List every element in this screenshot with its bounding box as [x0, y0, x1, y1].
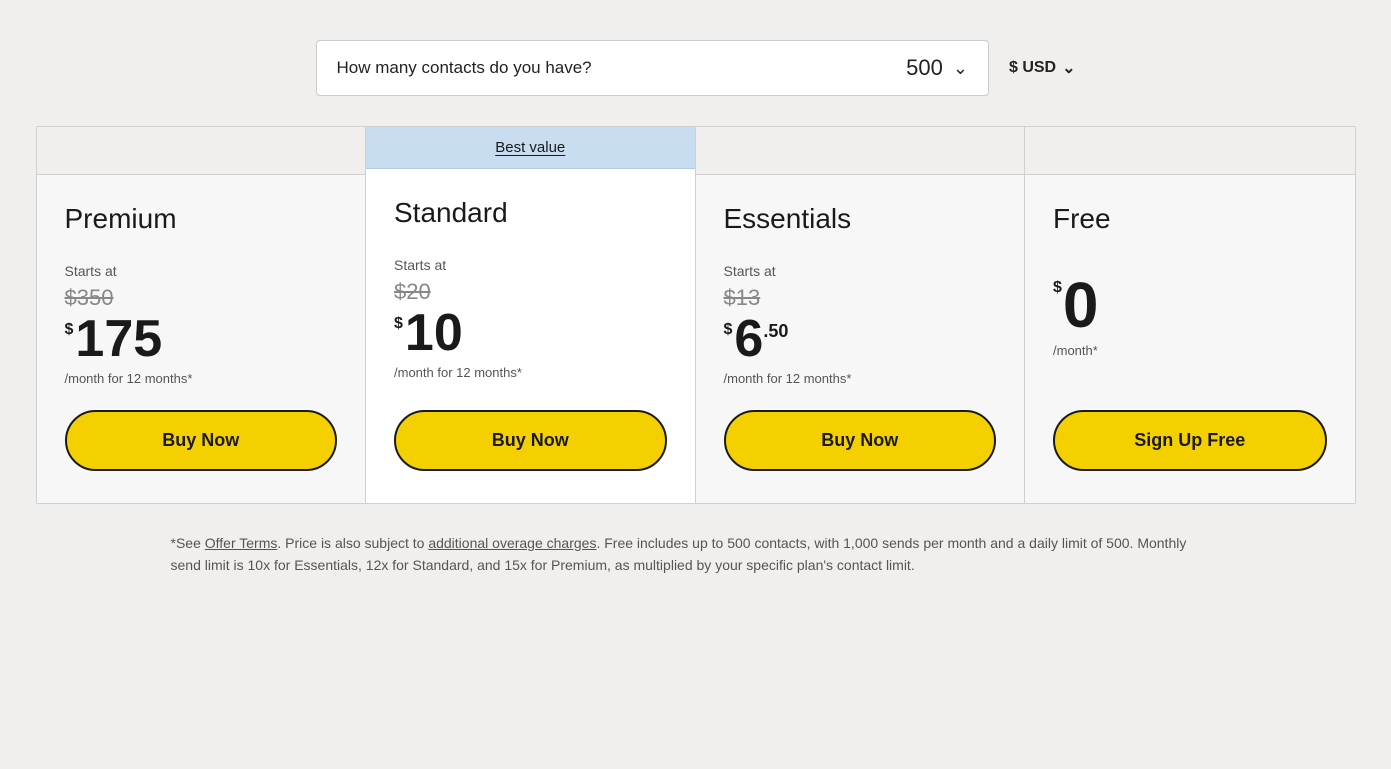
starts-at-premium: Starts at	[65, 263, 338, 279]
starts-at-essentials: Starts at	[724, 263, 997, 279]
plan-standard: Best value Standard Starts at $20 $ 10 /…	[366, 127, 696, 503]
free-zero: 0	[1063, 273, 1099, 337]
free-zero-row: $ 0	[1053, 273, 1327, 337]
price-dollar-premium: $	[65, 321, 74, 339]
plan-body-premium: Premium Starts at $350 $ 175 /month for …	[37, 175, 366, 503]
buy-now-standard-button[interactable]: Buy Now	[394, 410, 667, 471]
price-dollar-standard: $	[394, 315, 403, 333]
price-main-standard: 10	[405, 307, 463, 359]
current-price-row-standard: $ 10	[394, 307, 667, 359]
currency-label: $ USD	[1009, 59, 1056, 77]
offer-terms-link[interactable]: Offer Terms	[205, 535, 278, 551]
starts-at-standard: Starts at	[394, 257, 667, 273]
contacts-label: How many contacts do you have?	[337, 58, 592, 78]
plan-premium: Premium Starts at $350 $ 175 /month for …	[37, 127, 367, 503]
price-period-premium: /month for 12 months*	[65, 371, 338, 386]
price-period-essentials: /month for 12 months*	[724, 371, 997, 386]
price-period-free: /month*	[1053, 343, 1327, 358]
plan-name-standard: Standard	[394, 197, 667, 229]
pricing-grid: Premium Starts at $350 $ 175 /month for …	[36, 126, 1356, 504]
plan-body-standard: Standard Starts at $20 $ 10 /month for 1…	[366, 169, 695, 503]
plan-name-essentials: Essentials	[724, 203, 997, 235]
plan-spacer-free	[1025, 127, 1355, 175]
currency-selector[interactable]: $ USD ⌄	[1009, 58, 1076, 78]
chevron-down-icon: ⌄	[953, 58, 968, 79]
sign-up-free-button[interactable]: Sign Up Free	[1053, 410, 1327, 471]
original-price-essentials: $13	[724, 285, 997, 311]
buy-now-essentials-button[interactable]: Buy Now	[724, 410, 997, 471]
free-dollar-sup: $	[1053, 279, 1062, 297]
plan-body-essentials: Essentials Starts at $13 $ 6 .50 /month …	[696, 175, 1025, 503]
contacts-bar: How many contacts do you have? 500 ⌄ $ U…	[316, 40, 1076, 96]
plan-spacer-essentials	[696, 127, 1025, 175]
footnote-text2: . Price is also subject to	[277, 535, 428, 551]
plan-name-premium: Premium	[65, 203, 338, 235]
original-price-standard: $20	[394, 279, 667, 305]
buy-now-premium-button[interactable]: Buy Now	[65, 410, 338, 471]
price-period-standard: /month for 12 months*	[394, 365, 667, 380]
plan-body-free: Free $ 0 /month* Sign Up Free	[1025, 175, 1355, 503]
plan-name-free: Free	[1053, 203, 1327, 235]
plan-spacer-premium	[37, 127, 366, 175]
best-value-label: Best value	[495, 139, 565, 156]
footnote-text1: *See	[171, 535, 205, 551]
plan-essentials: Essentials Starts at $13 $ 6 .50 /month …	[696, 127, 1026, 503]
plan-free: Free $ 0 /month* Sign Up Free	[1025, 127, 1355, 503]
current-price-row-premium: $ 175	[65, 313, 338, 365]
price-main-premium: 175	[75, 313, 162, 365]
overage-charges-link[interactable]: additional overage charges	[428, 535, 596, 551]
currency-chevron-icon: ⌄	[1062, 58, 1075, 78]
best-value-banner: Best value	[366, 127, 695, 169]
price-cents-essentials: .50	[763, 321, 788, 342]
price-dollar-essentials: $	[724, 321, 733, 339]
original-price-premium: $350	[65, 285, 338, 311]
price-main-essentials: 6	[734, 313, 763, 365]
footnote: *See Offer Terms. Price is also subject …	[171, 532, 1221, 577]
contacts-value: 500	[906, 55, 943, 81]
current-price-row-essentials: $ 6 .50	[724, 313, 997, 365]
contacts-selector[interactable]: How many contacts do you have? 500 ⌄	[316, 40, 989, 96]
contacts-value-wrap: 500 ⌄	[616, 55, 968, 81]
